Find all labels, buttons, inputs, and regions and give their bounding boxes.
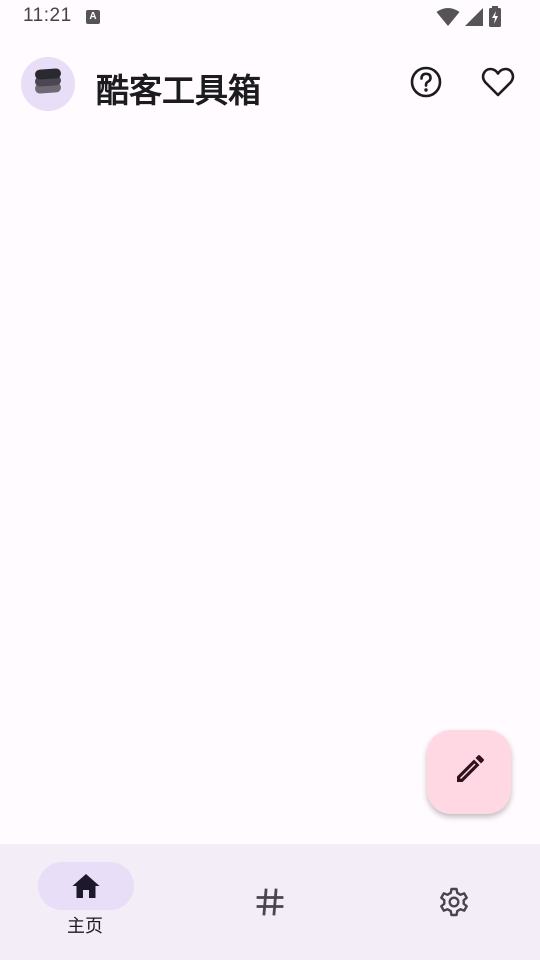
layers-stack-icon xyxy=(32,66,64,102)
status-icons xyxy=(436,6,502,32)
gear-icon xyxy=(438,886,470,918)
nav-label-home: 主页 xyxy=(67,916,103,937)
status-bar: 11:21 A xyxy=(0,0,540,34)
pencil-icon xyxy=(451,752,487,792)
help-circle-icon xyxy=(409,65,443,103)
status-time: 11:21 xyxy=(23,5,72,26)
bottom-navigation: 主页 xyxy=(0,844,540,960)
nav-item-settings[interactable] xyxy=(360,844,540,960)
app-logo xyxy=(21,57,75,111)
nav-item-tags[interactable] xyxy=(180,844,360,960)
app-title: 酷客工具箱 xyxy=(96,71,261,110)
home-icon xyxy=(70,870,102,902)
help-button[interactable] xyxy=(406,64,446,104)
favorite-button[interactable] xyxy=(478,64,518,104)
heart-outline-icon xyxy=(481,66,515,102)
text-a-icon: A xyxy=(86,10,100,24)
hash-icon xyxy=(254,886,286,918)
wifi-icon xyxy=(436,7,460,31)
nav-item-home[interactable]: 主页 xyxy=(0,844,180,960)
battery-charging-icon xyxy=(488,6,502,32)
edit-fab[interactable] xyxy=(427,730,511,814)
signal-icon xyxy=(464,7,484,31)
top-app-bar: 酷客工具箱 xyxy=(0,52,540,116)
